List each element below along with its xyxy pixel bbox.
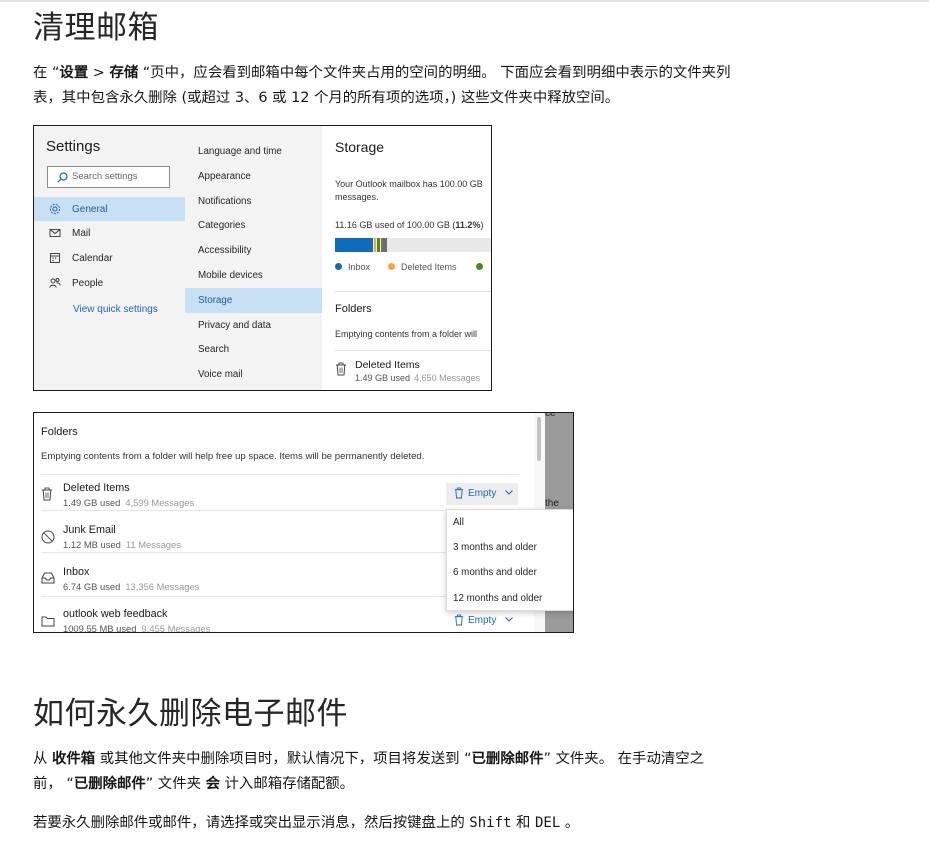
menu-item-6-months[interactable]: 6 months and older: [453, 567, 537, 578]
subnav-item[interactable]: Accessibility: [185, 238, 322, 263]
blocked-icon: [41, 530, 55, 544]
subnav-item[interactable]: Notifications: [185, 189, 322, 214]
divider: [335, 291, 491, 292]
intro-line-1: 在 “设置 > 存储 “页中，应会看到邮箱中每个文件夹占用的空间的明细。 下面应…: [33, 65, 731, 81]
delete-line-1: 从 收件箱 或其他文件夹中删除项目时，默认情况下，项目将发送到 “已删除邮件” …: [33, 751, 705, 767]
search-icon: [57, 172, 68, 183]
trash-icon: [454, 614, 464, 626]
chevron-down-icon: [505, 490, 513, 495]
folder-meta: 1009.55 MB used 9,455 Messages: [63, 623, 211, 633]
folder-meta: 1.12 MB used 11 Messages: [63, 539, 181, 550]
trash-icon: [454, 487, 464, 499]
storage-title: Storage: [335, 139, 385, 155]
divider: [41, 474, 519, 475]
menu-item-3-months[interactable]: 3 months and older: [453, 542, 537, 553]
overlay-text: ce: [545, 413, 556, 419]
storage-bar-segment: [335, 238, 374, 252]
intro-line-2: 表，其中包含永久删除 (或超过 3、6 或 12 个月的所有项的选项，) 这些文…: [33, 90, 620, 106]
legend-deleted-items: Deleted Items: [388, 262, 457, 272]
delete-line-2: 前， “已删除邮件” 文件夹 会 计入邮箱存储配额。: [33, 776, 355, 792]
folder-name: outlook web feedback: [63, 608, 168, 620]
folder-name: Deleted Items: [63, 482, 130, 494]
folder-meta: 1.49 GB used 4,650 Messages: [355, 373, 481, 383]
del-key: DEL: [535, 815, 561, 831]
nav-mail[interactable]: Mail: [34, 221, 185, 245]
nav-people[interactable]: People: [34, 271, 185, 295]
folders-heading: Folders: [41, 426, 78, 438]
folders-description: Emptying contents from a folder will hel…: [41, 451, 425, 462]
trash-icon: [42, 487, 52, 501]
menu-item-12-months[interactable]: 12 months and older: [453, 593, 542, 604]
empty-button[interactable]: Empty: [446, 610, 518, 632]
divider: [335, 350, 491, 351]
subnav-item[interactable]: Appearance: [185, 164, 322, 189]
folder-name: Junk Email: [63, 524, 116, 536]
folder-name: Inbox: [63, 566, 90, 578]
empty-button[interactable]: Empty: [446, 483, 518, 505]
view-quick-settings-link[interactable]: View quick settings: [73, 304, 158, 315]
storage-bar-segment: [374, 238, 376, 252]
storage-panel: Storage Your Outlook mailbox has 100.00 …: [322, 126, 491, 390]
section-heading: 如何永久删除电子邮件: [33, 696, 348, 732]
delete-paragraph: 从 收件箱 或其他文件夹中删除项目时，默认情况下，项目将发送到 “已删除邮件” …: [33, 747, 704, 797]
intro-paragraph: 在 “设置 > 存储 “页中，应会看到邮箱中每个文件夹占用的空间的明细。 下面应…: [33, 61, 730, 111]
storage-bar-segment: [376, 238, 380, 252]
folder-name: Deleted Items: [355, 359, 420, 371]
mail-icon: [49, 229, 61, 237]
storage-usage-bar: [335, 238, 491, 252]
legend-inbox: Inbox: [335, 262, 370, 272]
subnav-item[interactable]: Privacy and data: [185, 313, 322, 338]
storage-bar-segment: [380, 238, 382, 252]
inbox-icon: [41, 572, 55, 584]
settings-storage-screenshot: Settings Search settings General Mail Ca…: [33, 125, 492, 391]
settings-title: Settings: [46, 138, 101, 155]
people-icon: [49, 278, 61, 288]
shortcut-paragraph: 若要永久删除邮件或邮件，请选择或突出显示消息，然后按键盘上的 Shift 和 D…: [33, 815, 580, 831]
folder-icon: [41, 616, 55, 627]
storage-bar-segment: [382, 238, 387, 252]
subnav-item[interactable]: Mobile devices: [185, 263, 322, 288]
shift-key: Shift: [469, 815, 512, 831]
subnav-item[interactable]: Storage: [185, 287, 322, 313]
empty-options-menu: All 3 months and older 6 months and olde…: [446, 509, 573, 611]
overlay-text: the: [545, 498, 559, 509]
search-settings-input[interactable]: Search settings: [47, 166, 170, 188]
calendar-icon: [50, 253, 60, 263]
legend-dot: [388, 263, 395, 270]
nav-general[interactable]: General: [34, 197, 185, 221]
folders-heading: Folders: [335, 303, 372, 315]
legend-dot: [335, 263, 342, 270]
storage-description: Your Outlook mailbox has 100.00 GB messa…: [335, 179, 483, 202]
folder-meta: 1.49 GB used 4,599 Messages: [63, 497, 195, 508]
folders-description: Emptying contents from a folder will: [335, 329, 478, 339]
settings-subnav: Language and time Appearance Notifications…: [185, 126, 322, 390]
subnav-item[interactable]: Categories: [185, 213, 322, 238]
subnav-item[interactable]: Language and time: [185, 139, 322, 164]
folder-meta: 6.74 GB used 13,356 Messages: [63, 581, 200, 592]
settings-sidebar: Settings Search settings General Mail Ca…: [34, 126, 185, 390]
chevron-down-icon: [505, 617, 513, 622]
trash-icon: [336, 362, 346, 376]
legend-dot: [476, 263, 483, 270]
legend-other: [476, 262, 489, 272]
menu-item-all[interactable]: All: [453, 517, 464, 528]
gear-icon: [49, 203, 61, 215]
subnav-item[interactable]: Search: [185, 337, 322, 362]
storage-usage-text: 11.16 GB used of 100.00 GB (11.2%): [335, 220, 484, 230]
nav-calendar[interactable]: Calendar: [34, 246, 185, 270]
page-title: 清理邮箱: [33, 10, 159, 46]
scrollbar-thumb[interactable]: [537, 417, 541, 461]
subnav-item[interactable]: Voice mail: [185, 362, 322, 387]
folders-empty-screenshot: Folders Emptying contents from a folder …: [33, 412, 574, 633]
